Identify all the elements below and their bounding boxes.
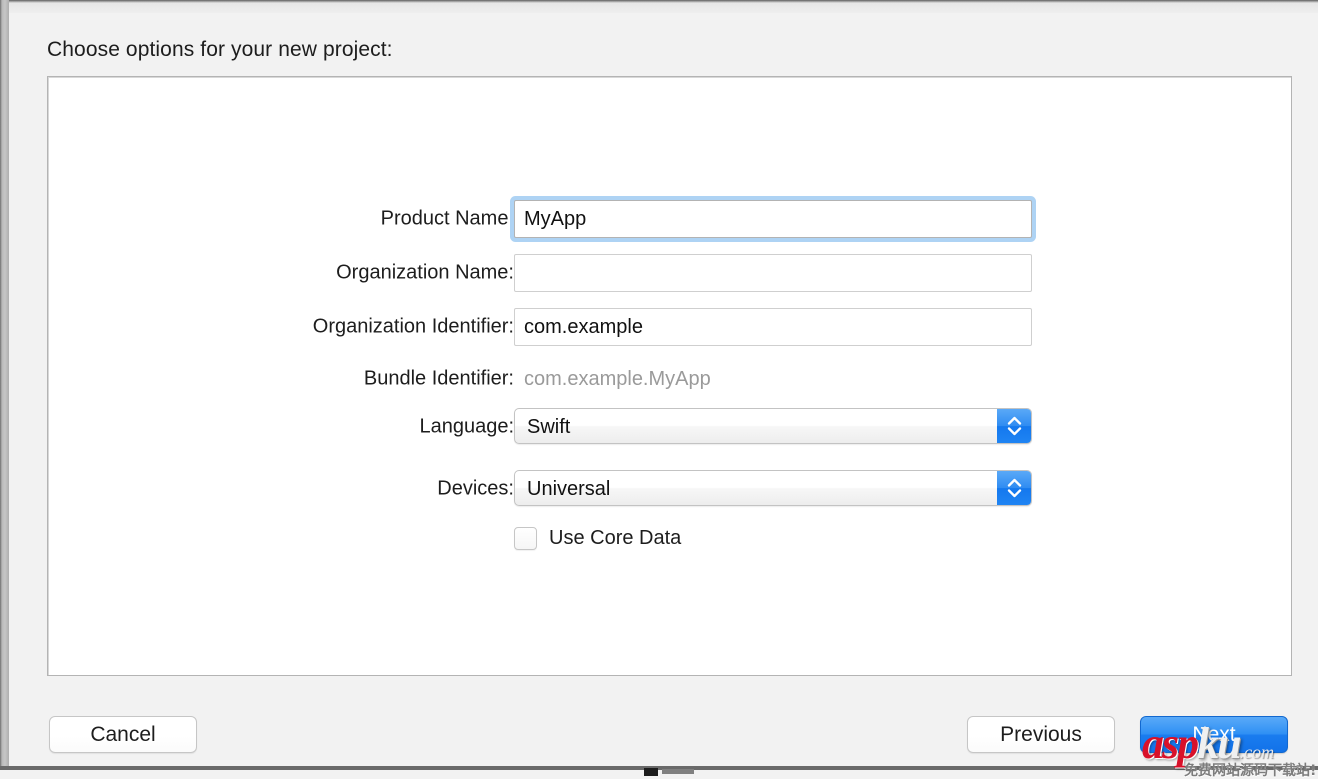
use-core-data-label: Use Core Data (549, 527, 681, 550)
bundle-identifier-field-wrap: com.example.MyApp (514, 360, 711, 398)
options-panel: Product Name: Organization Name: Organizat… (47, 76, 1292, 676)
form-row-language: Language: Swift (48, 408, 1293, 446)
devices-select[interactable]: Universal (514, 470, 1032, 506)
form-row-devices: Devices: Universal (48, 470, 1293, 508)
new-project-options-dialog: Choose options for your new project: Pro… (9, 13, 1318, 766)
organization-identifier-field-wrap (514, 308, 1032, 346)
page-title: Choose options for your new project: (47, 38, 393, 62)
organization-name-field-wrap (514, 254, 1032, 292)
devices-label: Devices: (437, 478, 514, 501)
organization-name-label: Organization Name: (336, 262, 514, 285)
window-bottom-nub (644, 768, 658, 776)
cancel-button[interactable]: Cancel (49, 716, 197, 753)
use-core-data-row[interactable]: Use Core Data (514, 527, 681, 550)
chevron-up-down-icon[interactable] (997, 471, 1031, 505)
product-name-label: Product Name: (381, 208, 514, 231)
form-row-organization-identifier: Organization Identifier: (48, 308, 1293, 346)
screen: Choose options for your new project: Pro… (0, 0, 1318, 779)
chevron-up-down-icon[interactable] (997, 409, 1031, 443)
window-titlebar-edge (9, 0, 1318, 14)
devices-field-wrap: Universal (514, 470, 1032, 506)
window-bottom-nub-secondary (662, 769, 694, 774)
use-core-data-checkbox[interactable] (514, 527, 537, 550)
product-name-field-wrap (514, 200, 1032, 238)
language-select[interactable]: Swift (514, 408, 1032, 444)
product-name-input[interactable] (514, 200, 1032, 238)
bundle-identifier-label: Bundle Identifier: (364, 368, 514, 391)
next-button[interactable]: Next (1140, 716, 1288, 753)
language-label: Language: (419, 416, 514, 439)
organization-name-input[interactable] (514, 254, 1032, 292)
language-field-wrap: Swift (514, 408, 1032, 444)
form-row-product-name: Product Name: (48, 200, 1293, 238)
previous-button[interactable]: Previous (967, 716, 1115, 753)
form-row-organization-name: Organization Name: (48, 254, 1293, 292)
form-row-bundle-identifier: Bundle Identifier:com.example.MyApp (48, 360, 1293, 398)
window-bottom-edge (0, 766, 1318, 779)
bundle-identifier-value: com.example.MyApp (514, 360, 711, 398)
desktop-背景-left-strip (0, 0, 9, 779)
language-selected-value: Swift (527, 409, 570, 445)
devices-selected-value: Universal (527, 471, 610, 507)
organization-identifier-label: Organization Identifier: (313, 316, 514, 339)
organization-identifier-input[interactable] (514, 308, 1032, 346)
